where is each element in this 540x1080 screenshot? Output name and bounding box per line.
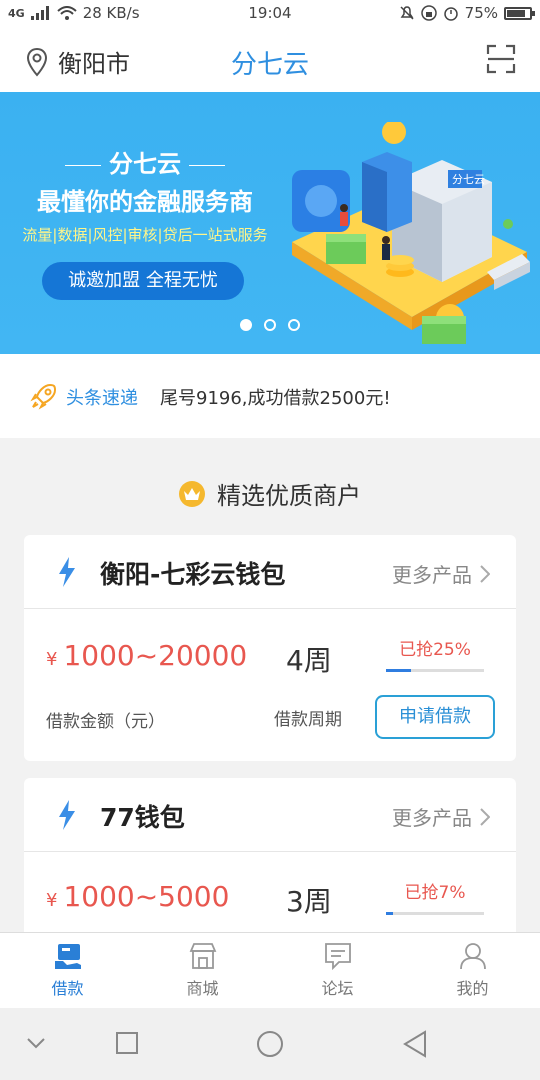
currency-symbol: ¥ (46, 890, 58, 911)
chevron-right-icon (480, 807, 490, 826)
battery-percent: 75% (464, 4, 498, 22)
lock-rotation-icon (420, 5, 437, 21)
banner-brand-row: 分七云 (0, 144, 290, 179)
tab-profile[interactable]: 我的 (405, 933, 540, 1008)
tab-forum[interactable]: 论坛 (270, 933, 405, 1008)
merchant-card-header[interactable]: 77钱包 更多产品 (24, 778, 516, 852)
loan-period: 3周 (286, 885, 332, 918)
more-products-link[interactable]: 更多产品 (392, 559, 490, 588)
carousel-dot[interactable] (264, 319, 276, 331)
merchant-name: 77钱包 (100, 803, 185, 832)
chevron-down-icon[interactable] (26, 1036, 46, 1050)
loan-amount: ¥1000~5000 (46, 880, 229, 913)
loan-period: 4周 (286, 644, 332, 677)
home-circle-icon[interactable] (256, 1030, 284, 1058)
tab-loan[interactable]: 借款 (0, 933, 135, 1008)
bottom-tab-bar: 借款 商城 论坛 我的 (0, 932, 540, 1008)
rocket-icon (30, 383, 57, 410)
grabbed-percent: 已抢7% (404, 883, 466, 903)
profile-icon (459, 943, 486, 970)
grabbed-progress-bar (386, 912, 484, 915)
status-bar: 4G 28 KB/s 19:04 75% (0, 0, 540, 28)
more-products-label: 更多产品 (392, 563, 472, 587)
loan-period-label: 借款周期 (274, 710, 342, 730)
banner-cta-button[interactable]: 诚邀加盟 全程无忧 (42, 262, 244, 300)
more-products-label: 更多产品 (392, 806, 472, 830)
merchant-name: 衡阳-七彩云钱包 (100, 560, 286, 589)
carousel-indicator[interactable] (0, 319, 540, 331)
alarm-icon (443, 7, 458, 21)
store-icon (189, 943, 216, 969)
scan-icon[interactable] (486, 44, 516, 74)
tab-label: 我的 (456, 979, 489, 998)
clock: 19:04 (248, 4, 292, 22)
tab-store[interactable]: 商城 (135, 933, 270, 1008)
crown-icon (179, 480, 205, 507)
lightning-icon (59, 557, 75, 587)
progress-fill (386, 912, 393, 915)
back-triangle-icon[interactable] (402, 1030, 428, 1058)
carousel-dot[interactable] (240, 319, 252, 331)
carousel-dot[interactable] (288, 319, 300, 331)
news-tag: 头条速递 (66, 388, 138, 409)
merchant-card-header[interactable]: 衡阳-七彩云钱包 更多产品 (24, 535, 516, 609)
chevron-right-icon (480, 564, 490, 583)
loan-amount-value: 1000~5000 (63, 880, 230, 913)
grabbed-percent: 已抢25% (399, 640, 471, 660)
loan-amount-label: 借款金额（元） (46, 712, 165, 732)
page-title: 分七云 (230, 50, 309, 80)
more-products-link[interactable]: 更多产品 (392, 802, 490, 831)
loan-icon (54, 944, 81, 969)
banner-headline: 最懂你的金融服务商 (37, 188, 253, 216)
mute-bell-icon (400, 6, 414, 20)
app-header: 衡阳市 分七云 (0, 28, 540, 92)
banner-brand: 分七云 (109, 150, 181, 178)
recents-square-icon[interactable] (116, 1032, 138, 1054)
apply-loan-button[interactable]: 申请借款 (375, 695, 495, 739)
building-sign-text: 分七云 (452, 173, 485, 186)
banner-illustration: 分七云 (292, 122, 530, 344)
merchant-card: 衡阳-七彩云钱包 更多产品 ¥1000~20000 4周 已抢25% 借款金额（… (24, 535, 516, 761)
section-title-text: 精选优质商户 (217, 482, 361, 510)
merchant-card: 77钱包 更多产品 ¥1000~5000 3周 已抢7% (24, 778, 516, 938)
currency-symbol: ¥ (46, 649, 58, 670)
loan-amount-value: 1000~20000 (63, 639, 248, 672)
tab-label: 借款 (51, 979, 84, 998)
tab-label: 商城 (186, 979, 219, 998)
news-ticker[interactable]: 头条速递 尾号9196,成功借款2500元! (0, 354, 540, 438)
loan-amount: ¥1000~20000 (46, 639, 247, 672)
system-navigation-bar (0, 1008, 540, 1080)
progress-fill (386, 669, 411, 672)
promo-banner[interactable]: 分七云 最懂你的金融服务商 流量|数据|风控|审核|贷后一站式服务 诚邀加盟 全… (0, 92, 540, 354)
lightning-icon (59, 800, 75, 830)
section-title: 精选优质商户 (0, 476, 540, 511)
forum-icon (324, 943, 351, 971)
news-message: 尾号9196,成功借款2500元! (160, 388, 391, 409)
battery-icon (504, 6, 535, 20)
banner-subline: 流量|数据|风控|审核|贷后一站式服务 (22, 226, 268, 244)
tab-label: 论坛 (321, 979, 354, 998)
grabbed-progress-bar (386, 669, 484, 672)
